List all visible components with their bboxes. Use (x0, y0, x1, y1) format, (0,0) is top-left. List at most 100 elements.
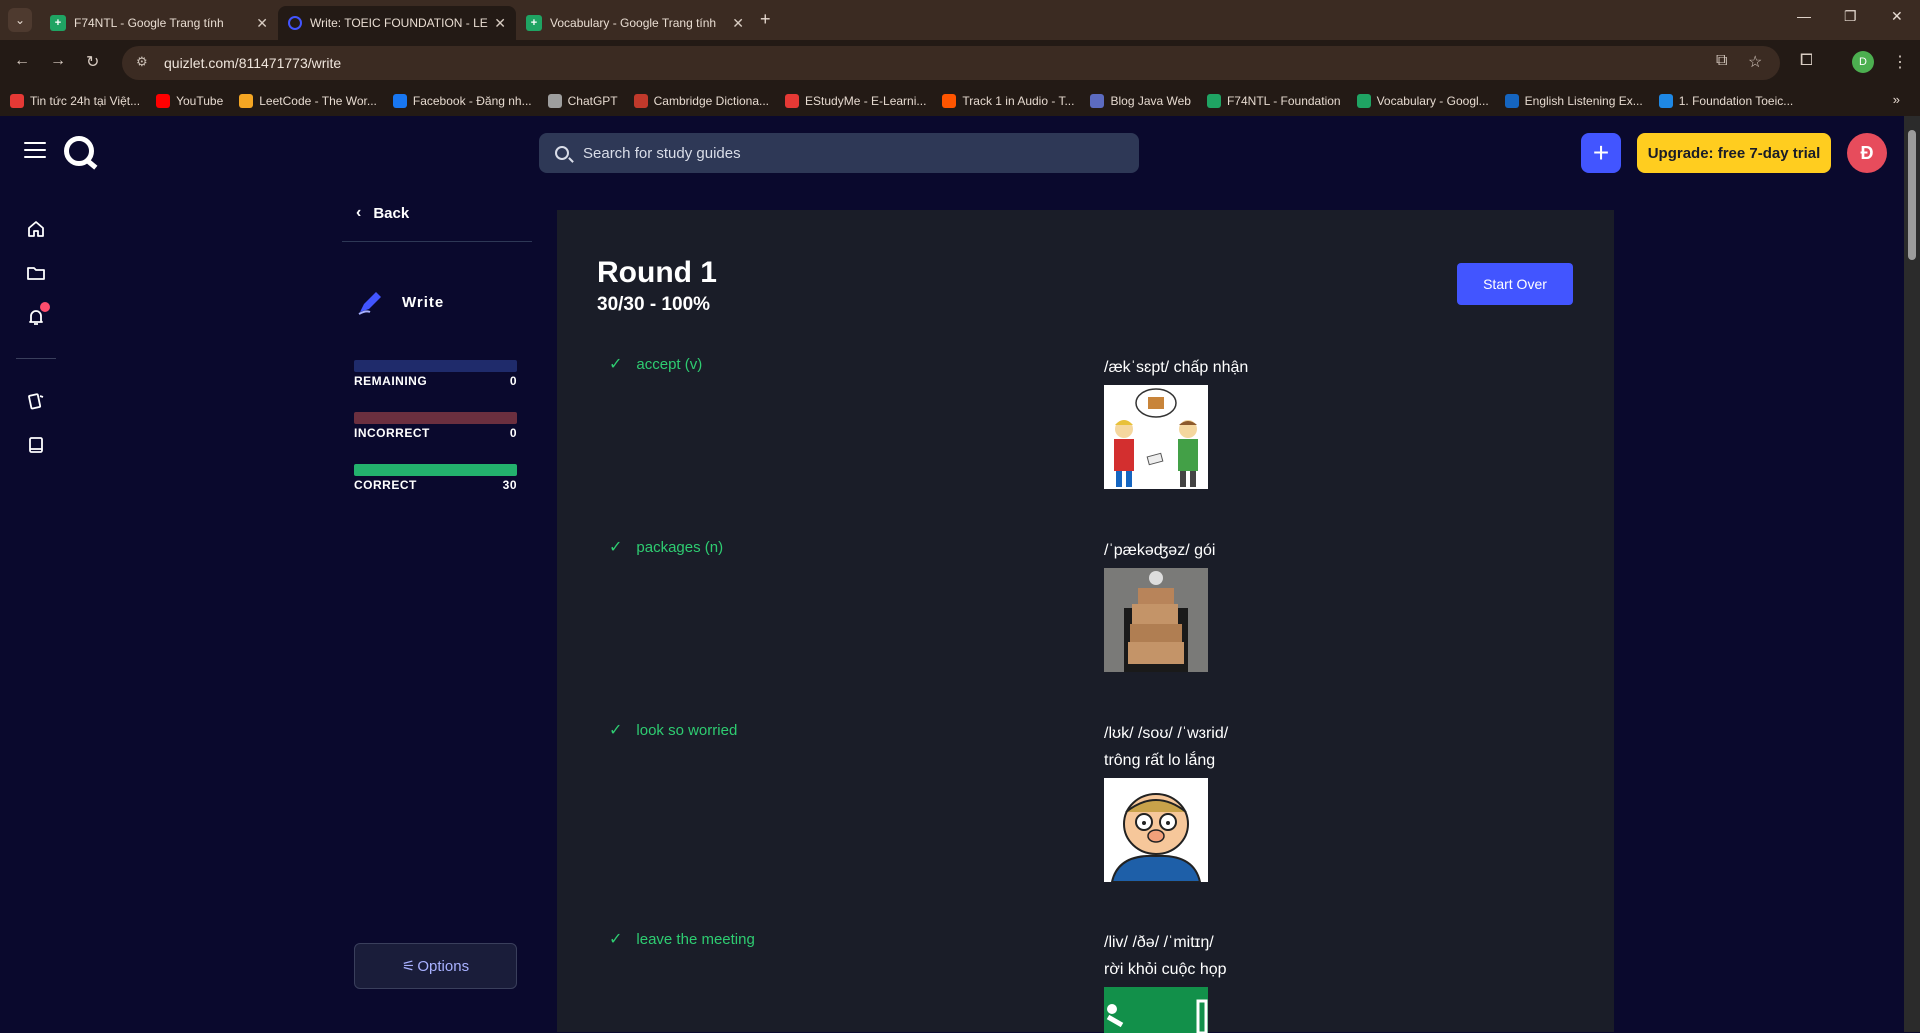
close-tab-icon[interactable]: ✕ (494, 15, 506, 32)
stat-value: 0 (509, 374, 517, 388)
bookmark-item[interactable]: Tin tức 24h tại Việt... (10, 94, 140, 108)
book-icon[interactable] (25, 434, 47, 456)
definition-text: /ækˈsɛpt/ chấp nhận (1104, 359, 1249, 376)
bookmark-favicon-icon (156, 94, 171, 108)
left-divider (342, 241, 532, 242)
address-bar[interactable]: ⚙ quizlet.com/811471773/write (122, 46, 1780, 80)
bookmark-item[interactable]: Blog Java Web (1090, 94, 1191, 108)
term-row: ✓ accept (v) (609, 354, 702, 374)
back-arrow-icon[interactable]: ← (14, 52, 30, 70)
chevron-left-icon: ‹ (356, 204, 362, 221)
sheets-icon: + (526, 15, 542, 31)
browser-tab-3[interactable]: + Vocabulary - Google Trang tính ✕ (516, 6, 754, 40)
stat-label: REMAINING (354, 374, 428, 388)
bookmark-item[interactable]: LeetCode - The Wor... (239, 94, 377, 108)
forward-arrow-icon[interactable]: → (50, 52, 66, 70)
tab-title: Write: TOEIC FOUNDATION - LE (310, 16, 488, 30)
bookmark-favicon-icon (785, 94, 800, 108)
bookmark-item[interactable]: English Listening Ex... (1504, 94, 1643, 108)
bookmark-label: Blog Java Web (1110, 94, 1191, 108)
bookmark-item[interactable]: EStudyMe - E-Learni... (785, 94, 926, 108)
stat-value: 30 (502, 478, 517, 492)
reload-icon[interactable]: ↻ (86, 52, 99, 72)
bookmark-item[interactable]: YouTube (156, 94, 223, 108)
definition-block: /ækˈsɛpt/ chấp nhận (1104, 354, 1504, 489)
options-label: Options (417, 957, 470, 975)
browser-tab-2[interactable]: Write: TOEIC FOUNDATION - LE ✕ (278, 6, 516, 40)
back-link[interactable]: ‹ Back (356, 204, 409, 222)
install-app-icon[interactable]: ⧉ (1716, 52, 1727, 70)
bookmark-favicon-icon (942, 94, 957, 108)
extensions-icon[interactable]: ⧠ (1800, 52, 1813, 70)
stat-bar (354, 412, 517, 424)
term-row: ✓ packages (n) (609, 537, 723, 557)
close-window-icon[interactable]: ✕ (1891, 8, 1903, 25)
round-score: 30/30 - 100% (597, 294, 711, 315)
restore-icon[interactable]: ❐ (1844, 8, 1857, 25)
bookmark-label: 1. Foundation Toeic... (1678, 94, 1794, 108)
tab-title: F74NTL - Google Trang tính (74, 16, 224, 30)
start-over-button[interactable]: Start Over (1457, 263, 1573, 305)
term-text: accept (v) (636, 355, 703, 373)
bookmark-item[interactable]: 1. Foundation Toeic... (1658, 94, 1794, 108)
site-info-icon[interactable]: ⚙ (136, 54, 154, 72)
new-tab-icon[interactable]: + (760, 9, 771, 30)
scrollbar-thumb[interactable] (1908, 130, 1916, 260)
check-icon: ✓ (609, 931, 623, 948)
folder-icon[interactable] (25, 262, 47, 284)
term-text: packages (n) (636, 538, 724, 556)
menu-dots-icon[interactable]: ⋮ (1892, 52, 1908, 72)
create-button[interactable]: + (1581, 133, 1621, 173)
bookmark-item[interactable]: Track 1 in Audio - T... (942, 94, 1074, 108)
flashcards-icon[interactable] (25, 390, 47, 412)
bookmark-item[interactable]: ChatGPT (547, 94, 618, 108)
user-avatar[interactable]: Đ (1847, 133, 1887, 173)
bookmark-favicon-icon (392, 94, 407, 108)
bookmarks-overflow-icon[interactable]: » (1893, 92, 1900, 107)
browser-tab-1[interactable]: + F74NTL - Google Trang tính ✕ (40, 6, 278, 40)
stat-label: CORRECT (354, 478, 417, 492)
quizlet-logo[interactable] (64, 136, 94, 166)
home-icon[interactable] (25, 218, 47, 240)
sidebar-divider (16, 358, 56, 359)
term-row: ✓ leave the meeting (609, 929, 755, 949)
bookmark-item[interactable]: Cambridge Dictiona... (633, 94, 769, 108)
tab-list-chevron-icon[interactable]: ⌄ (8, 8, 32, 32)
close-tab-icon[interactable]: ✕ (732, 15, 744, 32)
definition-block: /ˈpækəʤəz/ gói (1104, 537, 1504, 672)
bookmark-label: ChatGPT (567, 94, 618, 108)
bookmark-label: Facebook - Đăng nh... (412, 94, 532, 108)
stat-bar (354, 360, 517, 372)
tab-title: Vocabulary - Google Trang tính (550, 16, 717, 30)
results-card: Round 1 30/30 - 100% Start Over ✓ accept… (557, 210, 1614, 1033)
bookmark-item[interactable]: Vocabulary - Googl... (1356, 94, 1489, 108)
minimize-icon[interactable]: — (1797, 8, 1811, 24)
bookmark-favicon-icon (1090, 94, 1105, 108)
bookmark-item[interactable]: Facebook - Đăng nh... (392, 94, 532, 108)
search-placeholder: Search for study guides (583, 144, 741, 162)
sliders-icon: ⚟ (401, 958, 416, 975)
upgrade-button[interactable]: Upgrade: free 7-day trial (1637, 133, 1831, 173)
options-button[interactable]: ⚟ Options (354, 943, 517, 989)
profile-avatar[interactable]: D (1852, 51, 1874, 73)
check-icon: ✓ (609, 539, 623, 556)
browser-tab-bar: ⌄ + F74NTL - Google Trang tính ✕ Write: … (0, 0, 1920, 40)
bookmark-favicon-icon (10, 94, 24, 108)
close-tab-icon[interactable]: ✕ (256, 15, 268, 32)
notification-badge (40, 302, 50, 312)
search-input[interactable]: Search for study guides (539, 133, 1139, 173)
bookmark-label: Vocabulary - Googl... (1376, 94, 1489, 108)
sheets-icon: + (50, 15, 66, 31)
bookmark-favicon-icon (633, 94, 648, 108)
stat-correct: CORRECT 30 (354, 464, 517, 492)
stat-bar (354, 464, 517, 476)
bookmark-star-icon[interactable]: ☆ (1748, 52, 1762, 72)
quizlet-app: Search for study guides + Upgrade: free … (0, 116, 1904, 1033)
stat-value: 0 (509, 426, 517, 440)
definition-text: /liv/ /ðə/ /ˈmitɪŋ/ (1104, 934, 1214, 951)
bookmark-favicon-icon (547, 94, 562, 108)
hamburger-menu-icon[interactable] (24, 142, 46, 163)
definition-block: /liv/ /ðə/ /ˈmitɪŋ/ rời khỏi cuộc họp (1104, 929, 1504, 1033)
bookmark-item[interactable]: F74NTL - Foundation (1206, 94, 1341, 108)
search-icon (555, 146, 569, 160)
